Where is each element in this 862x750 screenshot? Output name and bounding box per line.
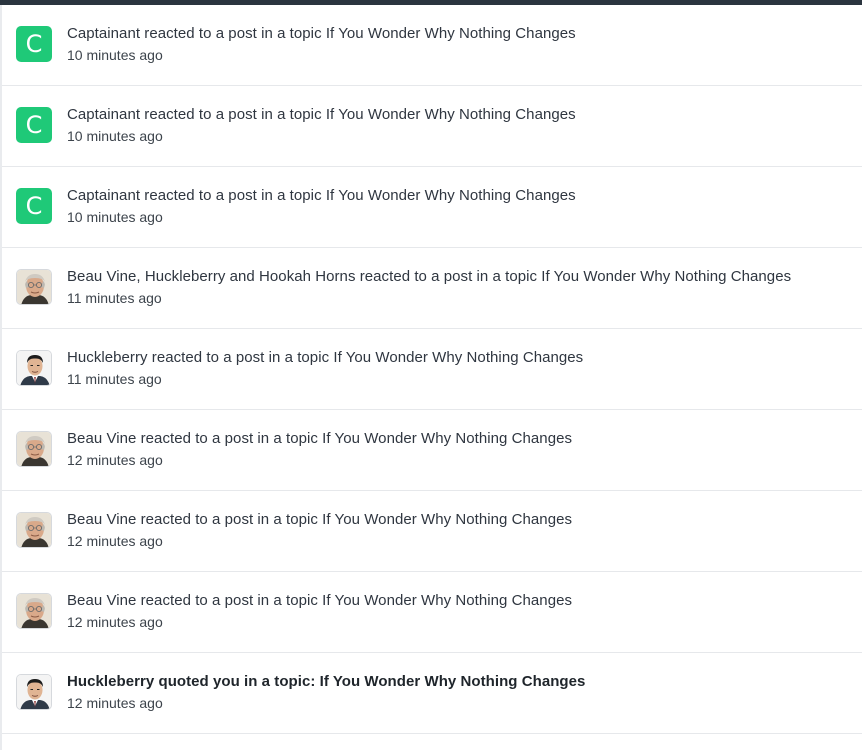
notification-text: Huckleberry quoted you in a topic: If Yo… — [67, 673, 586, 690]
user-photo-elder-icon[interactable] — [16, 512, 52, 548]
notification-time: 10 minutes ago — [67, 47, 163, 63]
notification-text: Captainant reacted to a post in a topic … — [67, 187, 576, 204]
notification-item[interactable]: Beau Vine, Huckleberry and Hookah Horns … — [2, 248, 862, 329]
notification-item[interactable]: Beau Vine reacted to a post in a topic I… — [2, 572, 862, 653]
notification-text: Captainant reacted to a post in a topic … — [67, 25, 576, 42]
notification-time: 10 minutes ago — [67, 209, 163, 225]
user-photo-elder-icon[interactable] — [16, 593, 52, 629]
notification-time: 12 minutes ago — [67, 695, 163, 711]
user-photo-elder-icon[interactable] — [16, 269, 52, 305]
notification-time: 11 minutes ago — [67, 371, 162, 387]
notification-item[interactable]: C Captainant reacted to a post in a topi… — [2, 86, 862, 167]
notification-item[interactable]: Beau Vine reacted to a post in a topic I… — [2, 410, 862, 491]
notification-text: Beau Vine reacted to a post in a topic I… — [67, 430, 573, 447]
user-photo-suit-icon[interactable] — [16, 350, 52, 386]
user-photo-suit-icon[interactable] — [16, 674, 52, 710]
notification-text: Captainant reacted to a post in a topic … — [67, 106, 576, 123]
notification-time: 12 minutes ago — [67, 533, 163, 549]
notification-item[interactable]: Huckleberry reacted to a post in a topic… — [2, 329, 862, 410]
notification-time: 11 minutes ago — [67, 290, 162, 306]
letter-avatar[interactable]: C — [16, 107, 52, 143]
notification-list: C Captainant reacted to a post in a topi… — [2, 5, 862, 734]
letter-avatar[interactable]: C — [16, 26, 52, 62]
notification-text: Beau Vine reacted to a post in a topic I… — [67, 592, 573, 609]
notification-item[interactable]: C Captainant reacted to a post in a topi… — [2, 167, 862, 248]
notification-time: 10 minutes ago — [67, 128, 163, 144]
notification-text: Beau Vine reacted to a post in a topic I… — [67, 511, 573, 528]
letter-avatar[interactable]: C — [16, 188, 52, 224]
user-photo-elder-icon[interactable] — [16, 431, 52, 467]
notification-item[interactable]: C Captainant reacted to a post in a topi… — [2, 5, 862, 86]
notification-text: Huckleberry reacted to a post in a topic… — [67, 349, 584, 366]
notification-item[interactable]: Huckleberry quoted you in a topic: If Yo… — [2, 653, 862, 734]
notification-item[interactable]: Beau Vine reacted to a post in a topic I… — [2, 491, 862, 572]
notification-time: 12 minutes ago — [67, 452, 163, 468]
notification-text: Beau Vine, Huckleberry and Hookah Horns … — [67, 268, 792, 285]
notification-time: 12 minutes ago — [67, 614, 163, 630]
